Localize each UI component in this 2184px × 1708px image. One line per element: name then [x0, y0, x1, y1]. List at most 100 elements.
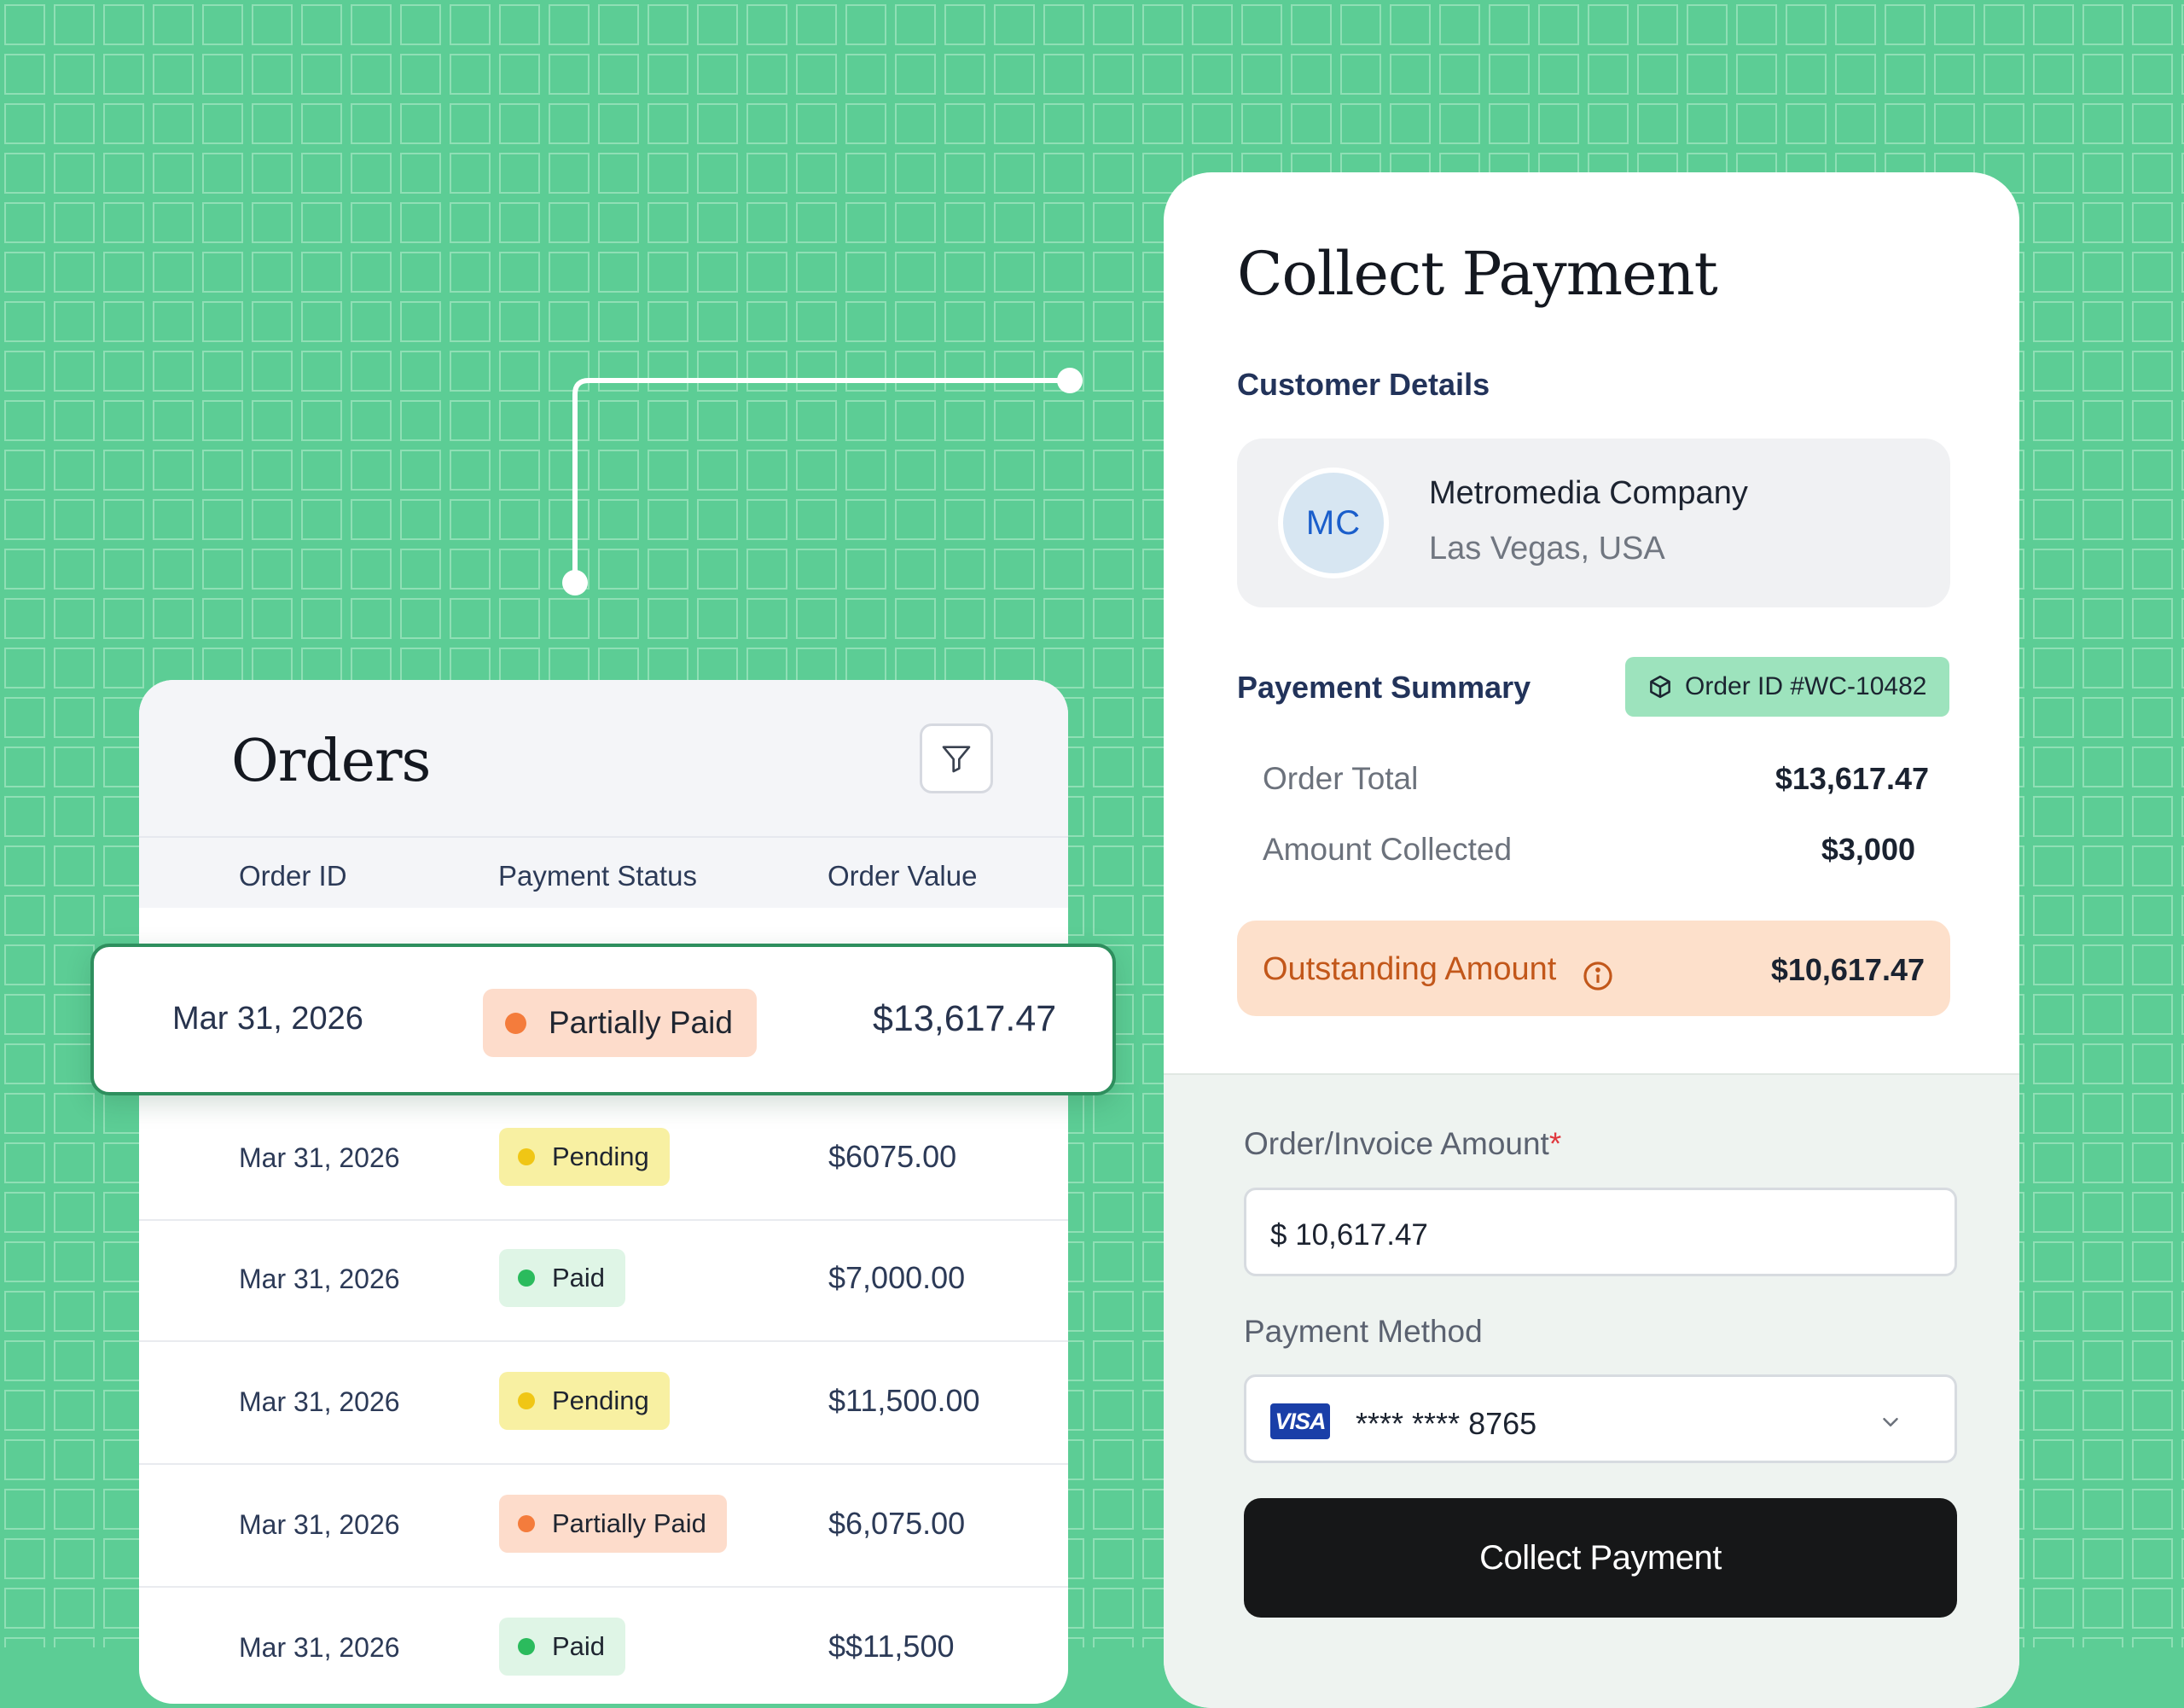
grid-cell [944, 301, 985, 342]
table-row[interactable]: Mar 31, 2026 Pending $11,500.00 [139, 1342, 1068, 1465]
grid-cell [994, 499, 1035, 540]
grid-cell [2132, 252, 2173, 293]
column-header-order-id[interactable]: Order ID [239, 860, 347, 892]
grid-cell [4, 845, 45, 886]
grid-cell [1142, 103, 1183, 144]
grid-cell [2082, 1192, 2123, 1233]
grid-cell [746, 301, 787, 342]
status-badge: Pending [499, 1128, 670, 1186]
column-header-payment-status[interactable]: Payment Status [498, 860, 697, 892]
grid-cell [1093, 845, 1134, 886]
grid-cell [2033, 1192, 2074, 1233]
grid-cell [994, 153, 1035, 194]
grid-cell [2132, 1340, 2173, 1381]
grid-cell [2033, 1043, 2074, 1084]
grid-cell [746, 4, 787, 45]
grid-cell [103, 54, 144, 95]
payment-method-select[interactable]: VISA **** **** 8765 [1244, 1374, 1957, 1463]
grid-cell [252, 598, 293, 639]
grid-cell [301, 400, 342, 441]
grid-cell [400, 598, 441, 639]
grid-cell [54, 747, 95, 787]
grid-cell [400, 549, 441, 590]
table-row[interactable]: Mar 31, 2026 Pending $6075.00 [139, 1098, 1068, 1221]
grid-cell [4, 747, 45, 787]
grid-cell [202, 351, 243, 392]
table-row[interactable]: Mar 31, 2026 Paid $7,000.00 [139, 1219, 1068, 1342]
table-row[interactable]: Mar 31, 2026 Paid $$11,500 [139, 1588, 1068, 1704]
grid-cell [944, 202, 985, 243]
grid-cell [153, 252, 194, 293]
grid-cell [103, 153, 144, 194]
grid-cell [252, 351, 293, 392]
grid-cell [895, 301, 936, 342]
filter-button[interactable] [920, 723, 993, 793]
orders-title: Orders [231, 728, 431, 795]
status-label: Paid [552, 1263, 606, 1293]
grid-cell [746, 252, 787, 293]
grid-cell [2082, 351, 2123, 392]
grid-cell [1093, 1588, 1134, 1629]
grid-cell [54, 450, 95, 491]
grid-cell [351, 549, 392, 590]
grid-cell [2082, 1340, 2123, 1381]
grid-cell [103, 103, 144, 144]
info-icon[interactable] [1582, 960, 1614, 992]
grid-cell [351, 351, 392, 392]
customer-details-heading: Customer Details [1237, 367, 1490, 402]
grid-cell [1588, 4, 1629, 45]
grid-cell [746, 549, 787, 590]
grid-cell [4, 351, 45, 392]
column-header-order-value[interactable]: Order Value [828, 860, 977, 892]
grid-cell [351, 103, 392, 144]
grid-cell [54, 301, 95, 342]
grid-cell [2132, 400, 2173, 441]
grid-cell [450, 499, 491, 540]
grid-cell [153, 103, 194, 144]
grid-cell [2132, 845, 2173, 886]
grid-cell [549, 301, 590, 342]
grid-cell [1786, 103, 1827, 144]
grid-cell [2033, 1637, 2074, 1647]
grid-cell [2033, 1489, 2074, 1530]
table-row[interactable]: Mar 31, 2026 Partially Paid $6,075.00 [139, 1465, 1068, 1588]
grid-cell [301, 252, 342, 293]
grid-cell [54, 1192, 95, 1233]
grid-cell [994, 549, 1035, 590]
grid-cell [499, 153, 540, 194]
grid-cell [1093, 103, 1134, 144]
grid-cell [2132, 796, 2173, 837]
grid-cell [994, 400, 1035, 441]
grid-cell [54, 153, 95, 194]
grid-cell [2132, 1390, 2173, 1431]
grid-cell [1637, 54, 1678, 95]
grid-cell [895, 153, 936, 194]
collect-payment-button[interactable]: Collect Payment [1244, 1498, 1957, 1618]
grid-cell [54, 1241, 95, 1282]
grid-cell [4, 400, 45, 441]
invoice-amount-input[interactable]: $ 10,617.47 [1244, 1188, 1957, 1276]
grid-cell [845, 103, 886, 144]
grid-cell [648, 153, 688, 194]
grid-cell [1093, 697, 1134, 738]
grid-cell [1093, 1340, 1134, 1381]
grid-cell [2082, 1291, 2123, 1332]
grid-cell [2132, 1241, 2173, 1282]
grid-cell [54, 697, 95, 738]
grid-cell [103, 1588, 144, 1629]
grid-cell [202, 301, 243, 342]
selected-order-row[interactable]: Mar 31, 2026 Partially Paid $13,617.47 [90, 944, 1116, 1095]
grid-cell [1192, 103, 1233, 144]
order-id-text: Order ID #WC-10482 [1685, 672, 1927, 700]
grid-cell [2132, 301, 2173, 342]
grid-cell [103, 598, 144, 639]
grid-cell [1984, 54, 2024, 95]
grid-cell [400, 301, 441, 342]
grid-cell [252, 549, 293, 590]
grid-cell [54, 944, 95, 985]
grid-cell [598, 400, 639, 441]
grid-cell [796, 153, 837, 194]
grid-cell [944, 400, 985, 441]
grid-cell [54, 252, 95, 293]
grid-cell [648, 400, 688, 441]
